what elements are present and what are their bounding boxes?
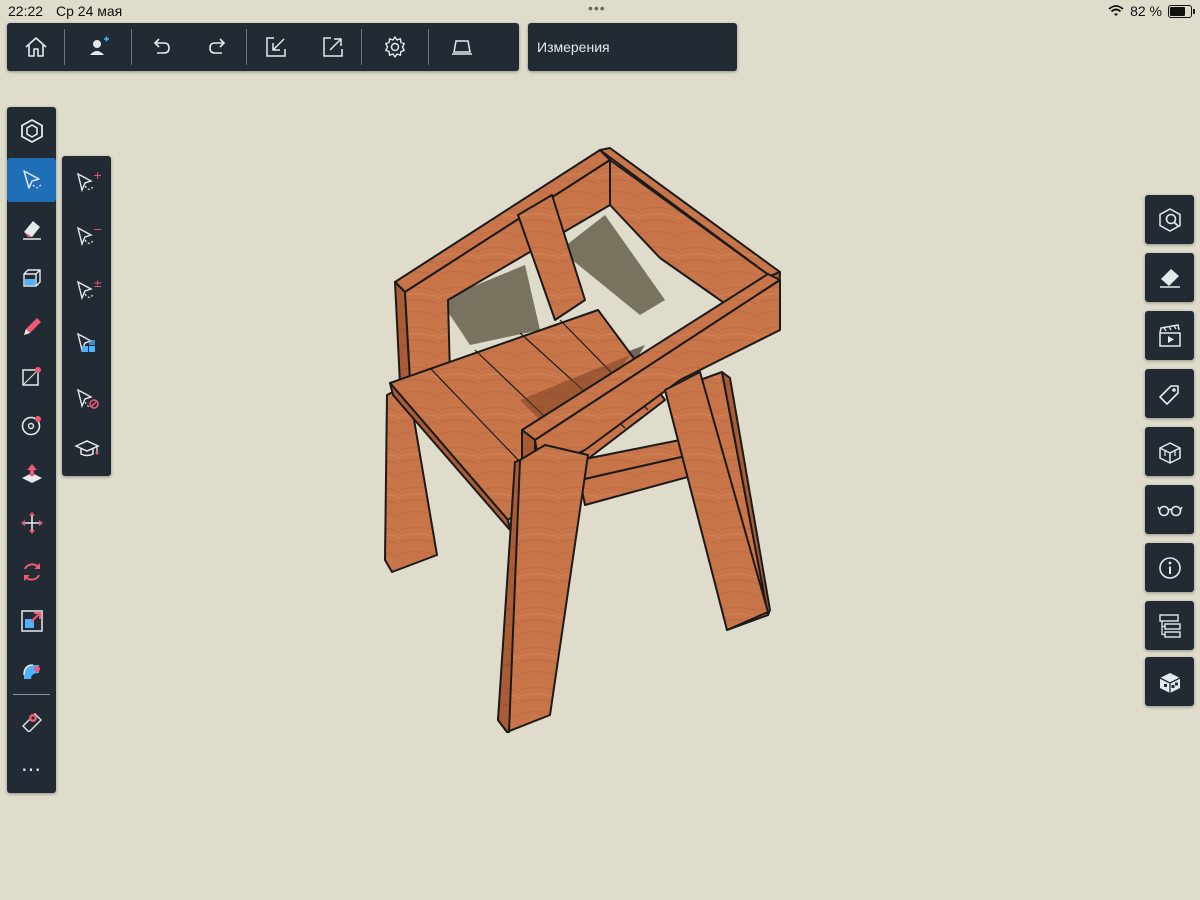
select-toggle-mark: ± [93, 277, 101, 290]
eraser-tool-button[interactable] [7, 207, 56, 251]
outliner-icon [1158, 613, 1181, 638]
scale-icon [20, 610, 43, 632]
pencil-tool-button[interactable] [7, 305, 56, 349]
select-add-mark: + [93, 169, 101, 182]
rectangle-tool-button[interactable] [7, 354, 56, 398]
select-similar-button[interactable] [62, 321, 111, 367]
info-button[interactable] [1145, 543, 1194, 592]
more-tools-label: ⋯ [21, 758, 42, 781]
eraser-icon [22, 221, 41, 240]
tag-icon [1158, 384, 1179, 405]
graduation-cap-icon [73, 440, 100, 457]
hexagon-logo-icon [20, 118, 43, 144]
more-tools-button[interactable]: ⋯ [7, 747, 56, 791]
box-paint-icon [22, 269, 41, 287]
glasses-icon [1156, 505, 1183, 516]
model-info-button[interactable] [7, 109, 56, 153]
info-icon [1158, 556, 1181, 579]
scale-tool-button[interactable] [7, 599, 56, 643]
view-button[interactable] [1145, 657, 1194, 706]
instructor-button[interactable] [62, 426, 111, 472]
select-tool-button[interactable] [7, 158, 56, 202]
tape-measure-icon [21, 713, 42, 732]
select-arrow-icon [22, 170, 42, 189]
paint-tool-button[interactable] [7, 256, 56, 300]
push-pull-icon [21, 464, 42, 483]
move-icon [20, 512, 43, 534]
follow-me-tool-button[interactable] [7, 648, 56, 692]
components-icon [1158, 441, 1181, 464]
select-subtract-mark: − [93, 223, 101, 236]
select-none-icon [76, 388, 99, 409]
select-toggle-icon: ± [76, 277, 101, 301]
model-viewport[interactable] [0, 0, 1200, 900]
select-subtract-icon: − [76, 223, 101, 247]
circle-icon [21, 416, 41, 436]
circle-tool-button[interactable] [7, 403, 56, 447]
rotate-tool-button[interactable] [7, 550, 56, 594]
left-toolbar: ⋯ [7, 107, 56, 793]
tags-button[interactable] [1145, 369, 1194, 418]
entity-info-button[interactable] [1145, 195, 1194, 244]
select-similar-icon [76, 332, 95, 353]
pencil-icon [23, 318, 41, 335]
select-add-button[interactable]: + [62, 159, 111, 205]
select-none-button[interactable] [62, 375, 111, 421]
scenes-button[interactable] [1145, 311, 1194, 360]
styles-button[interactable] [1145, 485, 1194, 534]
rectangle-icon [21, 367, 41, 386]
toolbar-divider [13, 694, 50, 695]
rotate-icon [23, 563, 40, 581]
push-pull-tool-button[interactable] [7, 452, 56, 496]
clapper-icon [1158, 323, 1181, 347]
view-cube-icon [1159, 672, 1180, 693]
select-subtoolbar: + − ± [62, 156, 111, 476]
tape-measure-tool-button[interactable] [7, 697, 56, 741]
components-button[interactable] [1145, 427, 1194, 476]
materials-icon [1159, 268, 1180, 288]
move-tool-button[interactable] [7, 501, 56, 545]
select-toggle-button[interactable]: ± [62, 267, 111, 313]
materials-button[interactable] [1145, 253, 1194, 302]
entity-info-icon [1158, 207, 1181, 232]
outliner-button[interactable] [1145, 601, 1194, 650]
select-subtract-button[interactable]: − [62, 213, 111, 259]
select-add-icon: + [76, 169, 101, 193]
follow-me-icon [22, 664, 40, 679]
